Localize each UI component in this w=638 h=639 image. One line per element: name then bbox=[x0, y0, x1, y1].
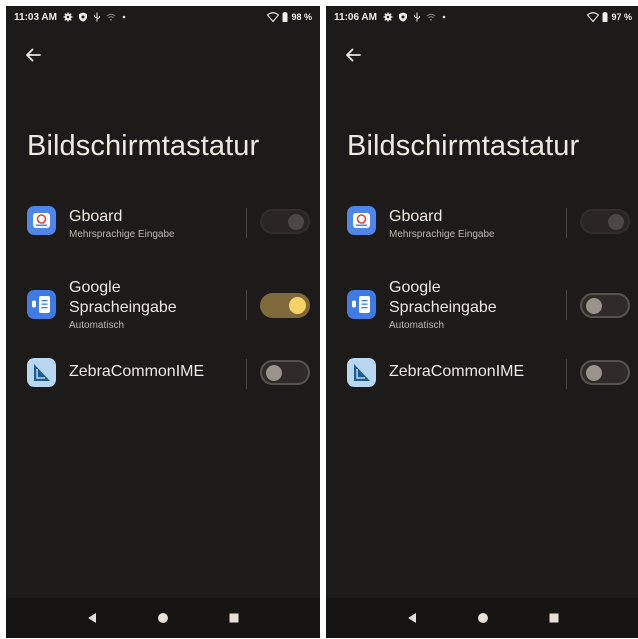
keyboard-name: Google Spracheingabe bbox=[69, 279, 177, 316]
nav-home-button[interactable] bbox=[473, 608, 493, 628]
row-divider bbox=[566, 208, 567, 238]
nav-recents-icon bbox=[549, 613, 559, 623]
keyboard-row-zebra[interactable]: ZebraCommonIME bbox=[6, 356, 320, 392]
row-divider bbox=[246, 208, 247, 238]
battery-icon bbox=[602, 12, 608, 22]
voice-typing-icon bbox=[27, 290, 56, 319]
shield-icon bbox=[398, 12, 407, 22]
signal-off-icon bbox=[106, 13, 116, 21]
gboard-toggle[interactable] bbox=[260, 209, 310, 234]
arrow-left-icon bbox=[346, 48, 361, 62]
keyboard-row-zebra[interactable]: ZebraCommonIME bbox=[326, 356, 638, 392]
wifi-icon bbox=[587, 12, 600, 22]
nav-back-icon bbox=[87, 613, 96, 623]
navigation-bar bbox=[6, 598, 320, 638]
battery-icon bbox=[282, 12, 288, 22]
keyboard-subtitle: Automatisch bbox=[389, 320, 445, 331]
toggle-knob bbox=[288, 213, 304, 230]
usb-icon bbox=[413, 12, 420, 22]
keyboard-subtitle: Mehrsprachige Eingabe bbox=[69, 229, 175, 240]
signal-off-icon bbox=[426, 13, 436, 21]
nav-recents-button[interactable] bbox=[544, 608, 564, 628]
gboard-toggle[interactable] bbox=[580, 209, 630, 234]
row-divider bbox=[566, 290, 567, 320]
voice-typing-icon bbox=[347, 290, 376, 319]
page-title: Bildschirmtastatur bbox=[27, 130, 260, 162]
arrow-left-icon bbox=[26, 48, 41, 62]
nav-back-button[interactable] bbox=[402, 608, 422, 628]
zebra-toggle[interactable] bbox=[580, 360, 630, 385]
toggle-knob bbox=[608, 213, 624, 230]
toggle-knob bbox=[586, 297, 602, 314]
page-title: Bildschirmtastatur bbox=[347, 130, 580, 162]
status-bar: 11:06 AM 97 % bbox=[326, 6, 638, 28]
dot-icon bbox=[122, 15, 126, 19]
dot-icon bbox=[442, 15, 446, 19]
battery-percent: 98 % bbox=[291, 12, 312, 22]
nav-home-icon bbox=[477, 613, 488, 623]
keyboard-name: Google Spracheingabe bbox=[389, 279, 497, 316]
google-voice-toggle[interactable] bbox=[580, 293, 630, 318]
settings-gear-icon bbox=[383, 12, 393, 22]
zebra-toggle[interactable] bbox=[260, 360, 310, 385]
nav-back-button[interactable] bbox=[82, 608, 102, 628]
toggle-knob bbox=[266, 364, 282, 381]
shield-icon bbox=[78, 12, 87, 22]
status-time: 11:03 AM bbox=[14, 11, 57, 23]
keyboard-name: ZebraCommonIME bbox=[69, 363, 205, 380]
gboard-icon bbox=[27, 206, 56, 235]
keyboard-subtitle: Mehrsprachige Eingabe bbox=[389, 229, 495, 240]
toggle-knob bbox=[289, 297, 306, 314]
row-divider bbox=[246, 359, 247, 389]
zebra-ime-icon bbox=[347, 358, 376, 387]
toggle-knob bbox=[586, 364, 602, 381]
keyboard-row-google-voice[interactable]: Google Spracheingabe Automatisch bbox=[6, 272, 320, 336]
phone-screen-left: 11:03 AM 98 % Bildschirmtastatur Gboard … bbox=[6, 6, 320, 638]
nav-home-icon bbox=[157, 613, 168, 623]
back-button[interactable] bbox=[342, 44, 364, 66]
screenshot-divider bbox=[321, 0, 325, 639]
keyboard-name: Gboard bbox=[69, 208, 123, 225]
status-bar: 11:03 AM 98 % bbox=[6, 6, 320, 28]
zebra-ime-icon bbox=[27, 358, 56, 387]
back-button[interactable] bbox=[22, 44, 44, 66]
row-divider bbox=[246, 290, 247, 320]
google-voice-toggle[interactable] bbox=[260, 293, 310, 318]
navigation-bar bbox=[326, 598, 638, 638]
keyboard-row-gboard[interactable]: Gboard Mehrsprachige Eingabe bbox=[6, 202, 320, 252]
phone-screen-right: 11:06 AM 97 % Bildschirmtastatur Gboard … bbox=[326, 6, 638, 638]
keyboard-subtitle: Automatisch bbox=[69, 320, 125, 331]
status-time: 11:06 AM bbox=[334, 11, 377, 23]
nav-back-icon bbox=[407, 613, 416, 623]
settings-gear-icon bbox=[63, 12, 73, 22]
nav-recents-icon bbox=[229, 613, 239, 623]
keyboard-name: Gboard bbox=[389, 208, 443, 225]
usb-icon bbox=[93, 12, 100, 22]
keyboard-row-gboard[interactable]: Gboard Mehrsprachige Eingabe bbox=[326, 202, 638, 252]
nav-recents-button[interactable] bbox=[224, 608, 244, 628]
keyboard-name: ZebraCommonIME bbox=[389, 363, 525, 380]
gboard-icon bbox=[347, 206, 376, 235]
wifi-icon bbox=[267, 12, 280, 22]
row-divider bbox=[566, 359, 567, 389]
battery-percent: 97 % bbox=[611, 12, 632, 22]
keyboard-row-google-voice[interactable]: Google Spracheingabe Automatisch bbox=[326, 272, 638, 336]
nav-home-button[interactable] bbox=[153, 608, 173, 628]
